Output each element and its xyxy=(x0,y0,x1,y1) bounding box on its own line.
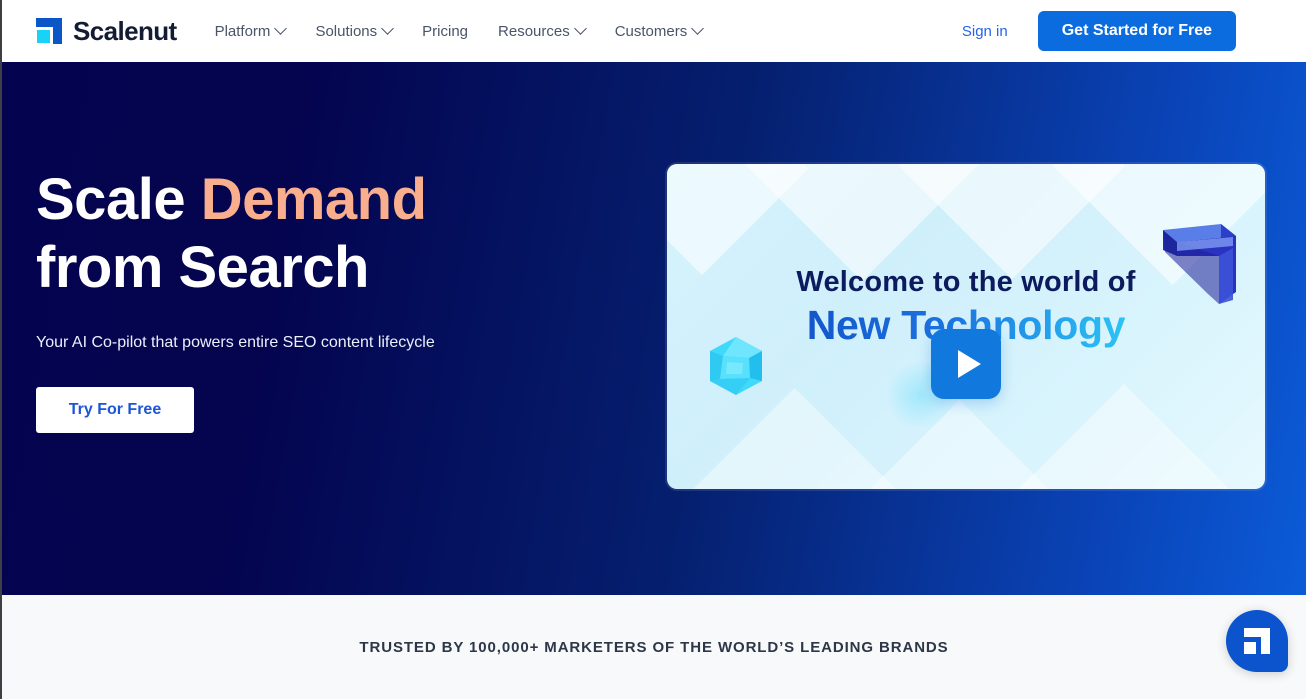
nav-item-pricing[interactable]: Pricing xyxy=(422,23,468,40)
brand-name: Scalenut xyxy=(73,15,177,46)
play-icon xyxy=(957,350,981,378)
brand-logo-link[interactable]: Scalenut xyxy=(36,16,177,47)
gem-icon xyxy=(710,337,762,395)
hero-heading-line2: from Search xyxy=(36,235,369,300)
site-header: Scalenut Platform Solutions Pricing Reso… xyxy=(2,0,1306,62)
try-for-free-button[interactable]: Try For Free xyxy=(36,387,194,433)
nav-item-solutions[interactable]: Solutions xyxy=(315,21,395,40)
hero-heading: Scale Demand from Search xyxy=(36,166,596,302)
nav-item-label: Solutions xyxy=(315,22,378,40)
scalenut-logo-icon xyxy=(36,18,62,44)
chevron-down-icon xyxy=(573,21,587,35)
header-actions: Sign in Get Started for Free xyxy=(962,11,1236,51)
chevron-down-icon xyxy=(691,21,705,35)
page-root: Scalenut Platform Solutions Pricing Reso… xyxy=(0,0,1306,699)
hero-heading-word-demand: Demand xyxy=(200,167,427,232)
nav-item-resources[interactable]: Resources xyxy=(498,21,587,40)
nav-item-platform[interactable]: Platform xyxy=(214,21,288,40)
main-nav: Platform Solutions Pricing Resources Cus… xyxy=(214,21,705,40)
sign-in-link[interactable]: Sign in xyxy=(962,23,1008,40)
trust-bar-text: TRUSTED BY 100,000+ MARKETERS OF THE WOR… xyxy=(359,638,949,656)
hero-section: Scale Demand from Search Your AI Co-pilo… xyxy=(2,62,1306,595)
chat-widget-button[interactable] xyxy=(1226,610,1288,672)
play-video-button[interactable] xyxy=(931,329,1001,399)
trust-bar-section: TRUSTED BY 100,000+ MARKETERS OF THE WOR… xyxy=(2,595,1306,699)
hero-copy: Scale Demand from Search Your AI Co-pilo… xyxy=(36,166,596,433)
chevron-down-icon xyxy=(274,21,288,35)
nav-item-label: Pricing xyxy=(422,22,469,40)
scalenut-3d-logo-icon xyxy=(1163,224,1236,304)
get-started-button[interactable]: Get Started for Free xyxy=(1037,11,1236,51)
browser-window-edge xyxy=(0,0,2,699)
chevron-down-icon xyxy=(381,21,395,35)
hero-video-card[interactable]: Welcome to the world of New Technology xyxy=(667,164,1265,489)
nav-item-label: Platform xyxy=(214,22,271,40)
nav-item-customers[interactable]: Customers xyxy=(614,21,705,40)
hero-subtitle: Your AI Co-pilot that powers entire SEO … xyxy=(36,334,435,351)
nav-item-label: Resources xyxy=(498,22,570,40)
hero-heading-word-scale: Scale xyxy=(36,167,186,232)
scalenut-chat-icon xyxy=(1244,628,1270,654)
nav-item-label: Customers xyxy=(614,22,688,40)
